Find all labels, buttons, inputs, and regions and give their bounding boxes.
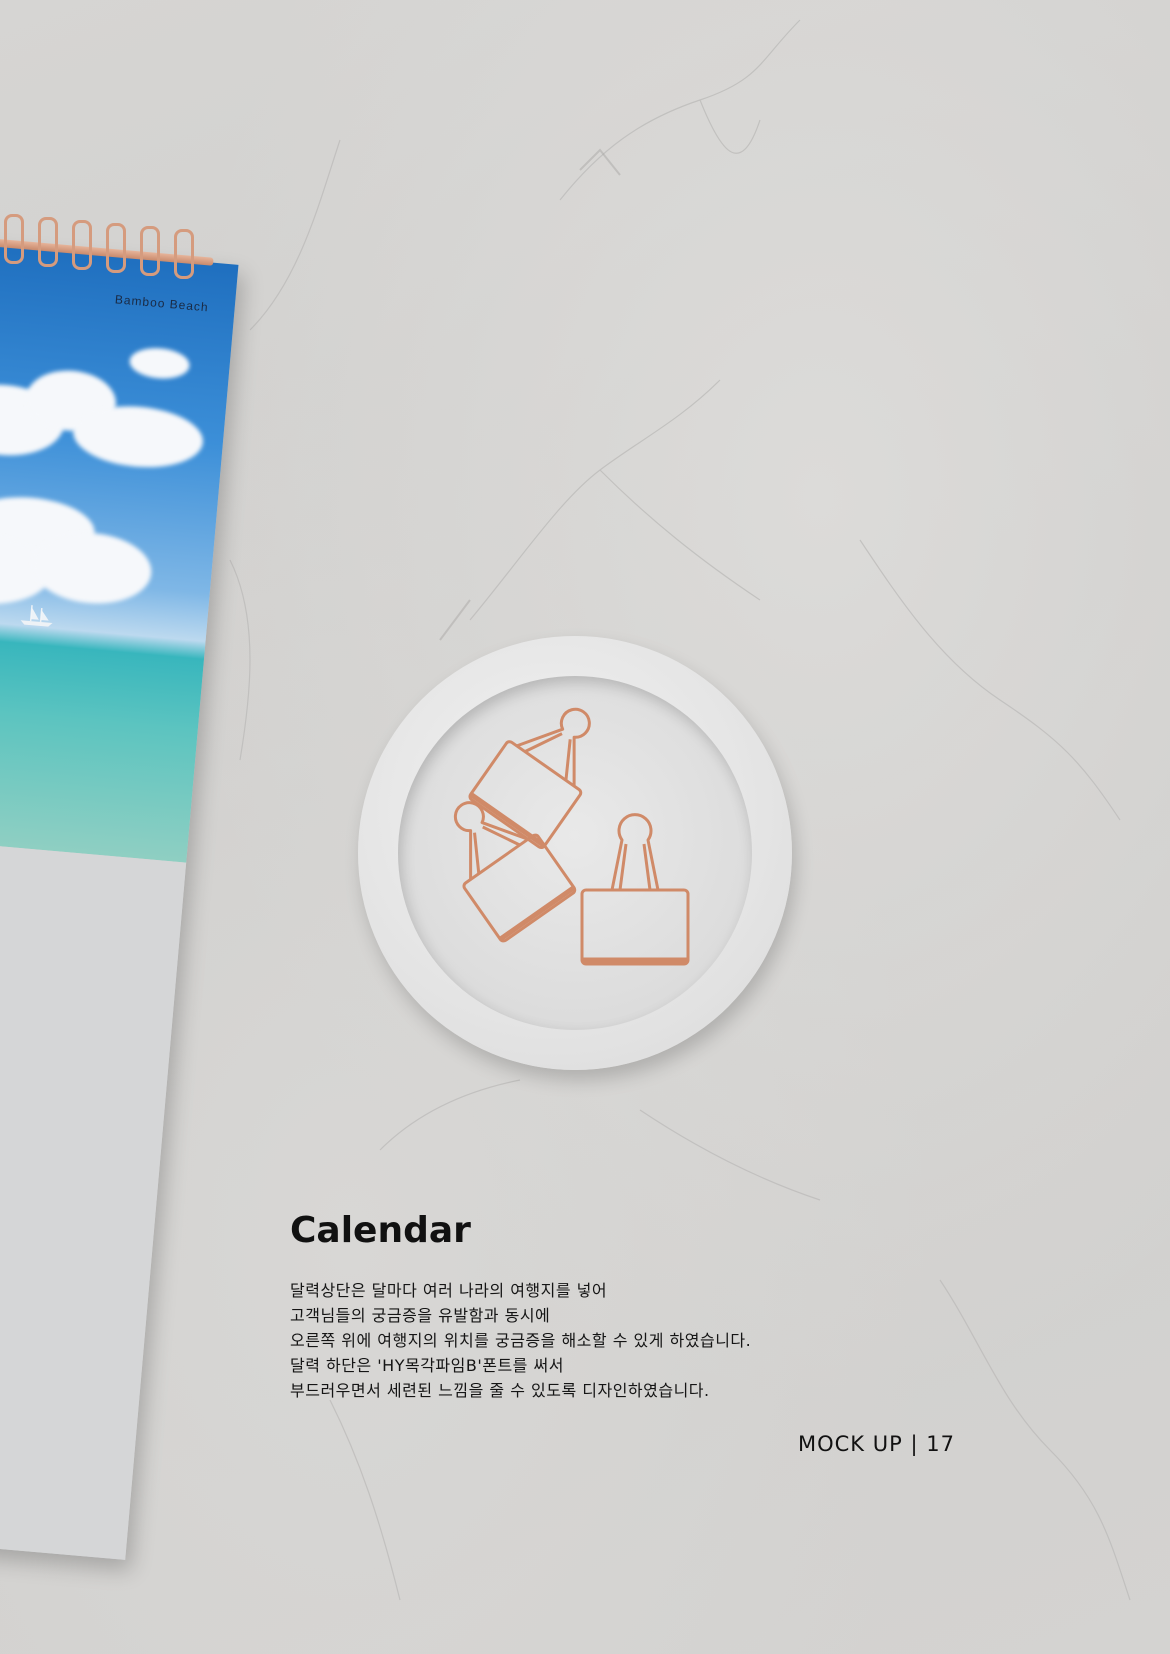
page-number: 17	[926, 1432, 955, 1456]
section-title: Calendar	[290, 1210, 471, 1251]
marble-dish	[358, 636, 792, 1070]
description-line: 달력 하단은 'HY목각파임B'폰트를 써서	[290, 1356, 564, 1375]
spiral-ring	[174, 229, 194, 279]
binder-clips	[453, 707, 690, 966]
spiral-ring	[38, 217, 58, 267]
description-line: 오른쪽 위에 여행지의 위치를 궁금증을 해소할 수 있게 하였습니다.	[290, 1331, 752, 1350]
description-line: 달력상단은 달마다 여러 나라의 여행지를 넣어	[290, 1281, 608, 1300]
spiral-ring	[4, 214, 24, 264]
description-line: 고객님들의 궁금증을 유발함과 동시에	[290, 1306, 551, 1325]
binder-clip-icon	[580, 813, 690, 966]
description-line: 부드러우면서 세련된 느낌을 줄 수 있도록 디자인하였습니다.	[290, 1381, 710, 1400]
binder-clip-icon	[453, 801, 577, 943]
page-footer: MOCK UP | 17	[798, 1432, 955, 1456]
footer-label: MOCK UP	[798, 1432, 903, 1456]
footer-separator: |	[910, 1432, 919, 1456]
ship-icon	[20, 605, 53, 627]
spiral-ring	[106, 223, 126, 273]
calendar-title: Bamboo Beach	[114, 292, 210, 315]
section-description: 달력상단은 달마다 여러 나라의 여행지를 넣어 고객님들의 궁금증을 유발함과…	[290, 1278, 910, 1403]
spiral-ring	[140, 226, 160, 276]
spiral-ring	[72, 220, 92, 270]
